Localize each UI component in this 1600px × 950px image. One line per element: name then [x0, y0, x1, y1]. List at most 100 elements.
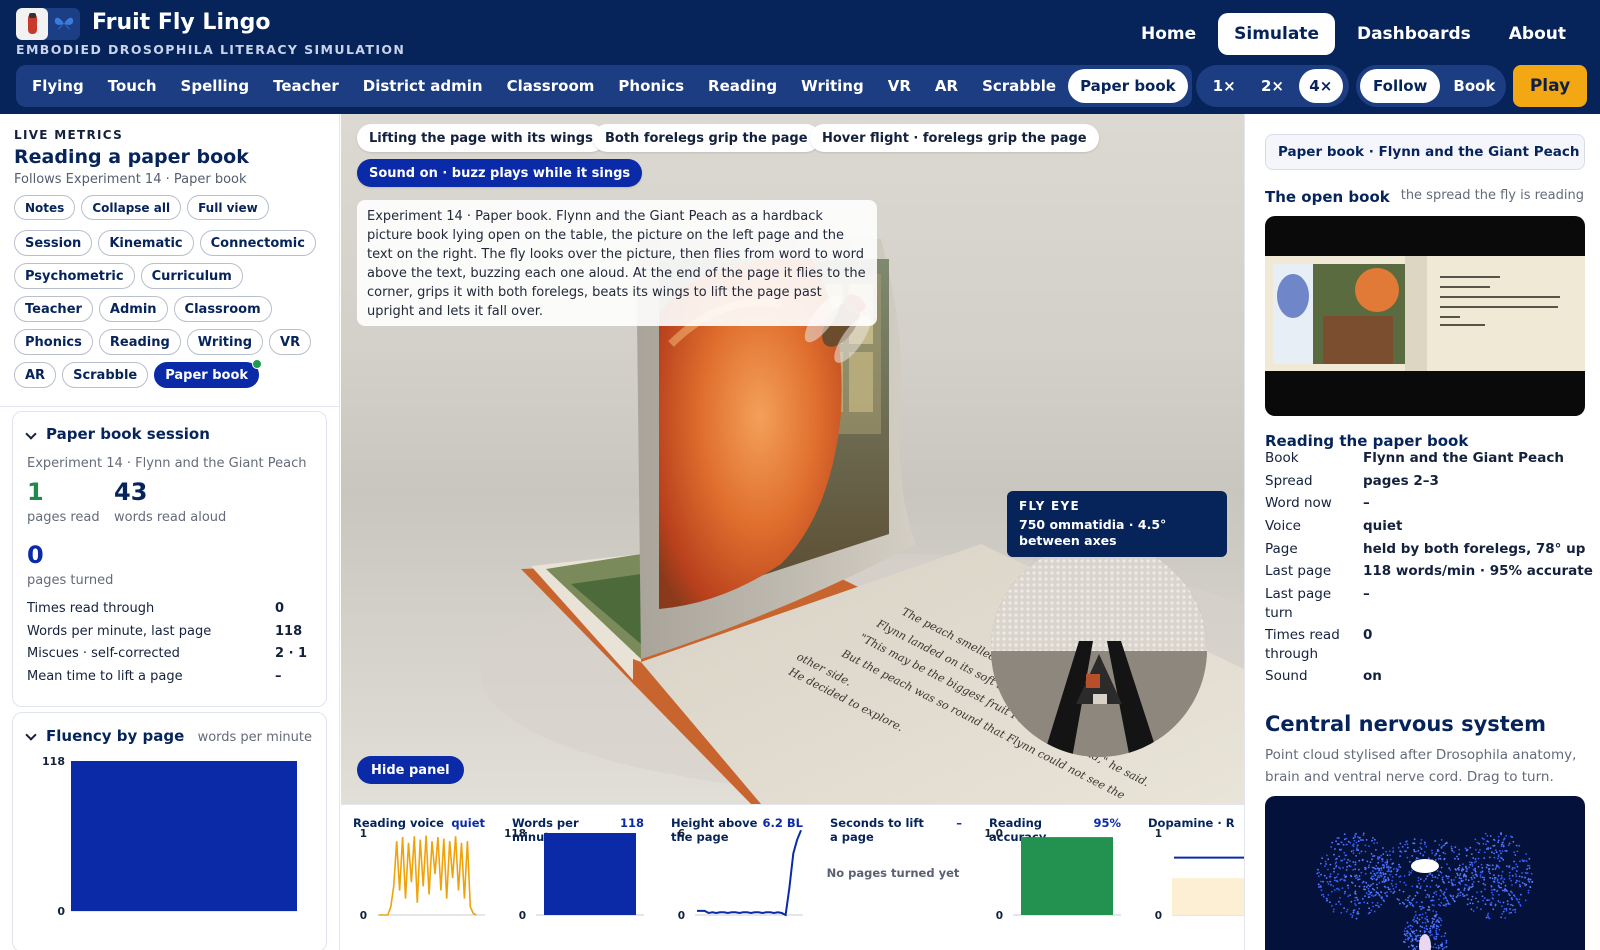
nav-about[interactable]: About: [1493, 13, 1582, 55]
neuron-point: [1432, 899, 1435, 902]
neuron-point: [1502, 901, 1505, 904]
section-connectomic[interactable]: Connectomic: [199, 230, 316, 256]
neuron-point: [1345, 837, 1348, 840]
neuron-point: [1355, 896, 1358, 899]
neuron-point: [1439, 895, 1442, 897]
neuron-point: [1365, 839, 1368, 841]
speed-2x[interactable]: 2×: [1250, 69, 1294, 103]
view-book[interactable]: Book: [1440, 69, 1508, 103]
mode-reading[interactable]: Reading: [696, 69, 789, 103]
speed-1x[interactable]: 1×: [1202, 69, 1246, 103]
mode-touch[interactable]: Touch: [96, 69, 169, 103]
mode-phonics[interactable]: Phonics: [606, 69, 696, 103]
nav-simulate[interactable]: Simulate: [1218, 13, 1335, 55]
neuron-point: [1416, 922, 1419, 924]
view-follow[interactable]: Follow: [1360, 69, 1441, 103]
play-button[interactable]: Play: [1513, 65, 1587, 107]
neuron-point: [1369, 885, 1371, 888]
cns-point-cloud[interactable]: [1265, 796, 1585, 950]
neuron-point: [1345, 843, 1348, 846]
neuron-point: [1488, 899, 1490, 901]
neuron-point: [1472, 881, 1475, 883]
speed-3x[interactable]: 4×: [1298, 69, 1343, 103]
neuron-point: [1336, 880, 1339, 883]
chevron-down-icon[interactable]: [25, 729, 37, 741]
neuron-point: [1509, 908, 1511, 910]
card-title: Paper book session: [46, 425, 210, 443]
neuron-point: [1515, 870, 1518, 872]
neuron-point: [1518, 901, 1520, 904]
simulation-viewport[interactable]: The peach smelled wonderful. Flynn landed…: [341, 114, 1244, 804]
neuron-point: [1523, 876, 1526, 879]
neuron-point: [1403, 875, 1406, 877]
mode-ar[interactable]: AR: [923, 69, 970, 103]
neuron-point: [1505, 849, 1508, 852]
neuron-point: [1352, 861, 1355, 863]
nav-home[interactable]: Home: [1125, 13, 1212, 55]
section-writing[interactable]: Writing: [186, 329, 264, 355]
sound-toggle-chip[interactable]: Sound on · buzz plays while it sings: [357, 159, 643, 187]
y-tick-label: 6: [678, 828, 685, 840]
mode-district-admin[interactable]: District admin: [351, 69, 495, 103]
nav-dashboards[interactable]: Dashboards: [1341, 13, 1487, 55]
collapse-all-button[interactable]: Collapse all: [81, 195, 182, 220]
neuron-point: [1361, 881, 1364, 884]
neuron-point: [1439, 889, 1442, 891]
neuron-point: [1508, 871, 1511, 874]
neuron-point: [1436, 870, 1439, 872]
section-curriculum[interactable]: Curriculum: [140, 263, 243, 289]
neuron-point: [1384, 892, 1387, 894]
neuron-point: [1508, 875, 1511, 877]
neuron-point: [1419, 878, 1422, 880]
neuron-point: [1414, 911, 1417, 913]
neuron-point: [1434, 840, 1436, 842]
field-key: Word now: [1265, 495, 1332, 511]
mode-flying[interactable]: Flying: [20, 69, 96, 103]
neuron-point: [1370, 853, 1373, 855]
section-psychometric[interactable]: Psychometric: [14, 263, 135, 289]
neuron-point: [1435, 884, 1438, 887]
mode-classroom[interactable]: Classroom: [495, 69, 607, 103]
chevron-down-icon[interactable]: [25, 428, 37, 440]
notes-button[interactable]: Notes: [14, 195, 76, 220]
neuron-point: [1474, 873, 1477, 876]
section-scrabble[interactable]: Scrabble: [62, 362, 149, 388]
neuron-point: [1354, 890, 1357, 893]
neuron-point: [1413, 850, 1416, 853]
neuron-point: [1436, 918, 1439, 921]
neuron-point: [1458, 874, 1461, 877]
neuron-point: [1384, 875, 1386, 878]
neuron-point: [1428, 873, 1431, 876]
section-classroom[interactable]: Classroom: [173, 296, 272, 322]
mode-spelling[interactable]: Spelling: [169, 69, 262, 103]
section-session[interactable]: Session: [14, 230, 93, 256]
neuron-point: [1454, 868, 1457, 871]
neuron-point: [1338, 900, 1340, 903]
section-admin[interactable]: Admin: [98, 296, 168, 322]
neuron-point: [1518, 875, 1521, 878]
field-value: –: [1363, 586, 1370, 602]
neuron-point: [1396, 870, 1398, 873]
section-ar[interactable]: AR: [14, 362, 57, 388]
cns-point-cloud-view[interactable]: [1265, 796, 1585, 950]
neuron-point: [1511, 874, 1514, 877]
hide-panel-button[interactable]: Hide panel: [357, 756, 464, 784]
full-view-button[interactable]: Full view: [187, 195, 269, 220]
section-phonics[interactable]: Phonics: [14, 329, 93, 355]
neuron-point: [1500, 843, 1503, 846]
section-teacher[interactable]: Teacher: [14, 296, 93, 322]
section-vr[interactable]: VR: [269, 329, 312, 355]
neuron-point: [1442, 897, 1445, 900]
section-reading[interactable]: Reading: [98, 329, 181, 355]
neuron-point: [1484, 884, 1486, 886]
mode-teacher[interactable]: Teacher: [261, 69, 351, 103]
neuron-point: [1527, 877, 1530, 880]
section-kinematic[interactable]: Kinematic: [98, 230, 194, 256]
mode-writing[interactable]: Writing: [789, 69, 876, 103]
mode-paper-book[interactable]: Paper book: [1068, 69, 1188, 103]
mode-scrabble[interactable]: Scrabble: [970, 69, 1068, 103]
mode-vr[interactable]: VR: [876, 69, 923, 103]
neuron-point: [1484, 832, 1487, 835]
section-paper-book[interactable]: Paper book: [154, 359, 263, 388]
neuron-point: [1445, 905, 1447, 907]
